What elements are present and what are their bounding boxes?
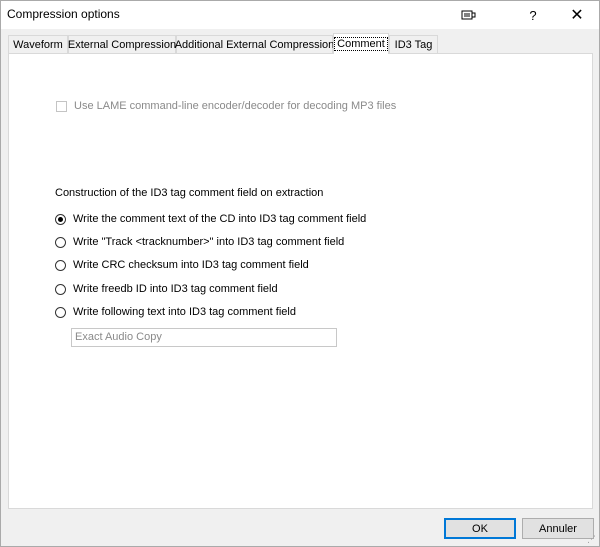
- title-bar: Compression options ? ✕: [1, 1, 599, 29]
- radio-label: Write CRC checksum into ID3 tag comment …: [73, 259, 309, 271]
- radio-button[interactable]: [55, 236, 66, 248]
- tab-label: Comment: [334, 37, 388, 51]
- comment-group-label: Construction of the ID3 tag comment fiel…: [55, 187, 324, 199]
- radio-option-track-number[interactable]: Write "Track <tracknumber>" into ID3 tag…: [55, 236, 344, 248]
- help-button[interactable]: ?: [513, 1, 553, 29]
- close-button[interactable]: ✕: [557, 1, 597, 29]
- radio-option-freedb-id[interactable]: Write freedb ID into ID3 tag comment fie…: [55, 283, 278, 295]
- radio-label: Write freedb ID into ID3 tag comment fie…: [73, 283, 278, 295]
- tab-label: Waveform: [13, 38, 63, 51]
- radio-option-crc-checksum[interactable]: Write CRC checksum into ID3 tag comment …: [55, 259, 309, 271]
- tab-id3-tag[interactable]: ID3 Tag: [389, 35, 438, 53]
- context-help-icon[interactable]: [449, 1, 489, 29]
- tab-strip: Waveform External Compression Additional…: [8, 33, 594, 54]
- radio-label: Write following text into ID3 tag commen…: [73, 306, 296, 318]
- tab-waveform[interactable]: Waveform: [8, 35, 68, 53]
- comment-panel: Use LAME command-line encoder/decoder fo…: [8, 53, 593, 509]
- tab-comment[interactable]: Comment: [333, 33, 389, 54]
- radio-label: Write the comment text of the CD into ID…: [73, 213, 367, 225]
- cancel-button[interactable]: Annuler: [522, 518, 594, 539]
- ok-button[interactable]: OK: [444, 518, 516, 539]
- radio-button[interactable]: [55, 283, 66, 295]
- radio-button[interactable]: [55, 306, 66, 318]
- window-title: Compression options: [7, 7, 120, 21]
- tab-label: ID3 Tag: [394, 38, 433, 51]
- radio-option-following-text[interactable]: Write following text into ID3 tag commen…: [55, 306, 296, 318]
- lame-decoder-label: Use LAME command-line encoder/decoder fo…: [74, 100, 397, 112]
- radio-option-cd-comment[interactable]: Write the comment text of the CD into ID…: [55, 213, 366, 225]
- tab-label: Additional External Compression: [174, 38, 335, 51]
- custom-comment-text-field[interactable]: Exact Audio Copy: [71, 328, 337, 347]
- resize-grip-icon[interactable]: ⋰: [587, 534, 597, 544]
- lame-decoder-checkbox: [56, 100, 67, 112]
- tab-additional-external-compression[interactable]: Additional External Compression: [174, 35, 335, 53]
- radio-button[interactable]: [55, 213, 66, 225]
- tab-external-compression[interactable]: External Compression: [68, 35, 176, 53]
- radio-button[interactable]: [55, 259, 66, 271]
- compression-options-dialog: Compression options ? ✕ Waveform Externa…: [0, 0, 600, 547]
- radio-label: Write "Track <tracknumber>" into ID3 tag…: [73, 236, 345, 248]
- lame-decoder-checkbox-row: Use LAME command-line encoder/decoder fo…: [56, 100, 396, 112]
- tab-label: External Compression: [67, 38, 177, 51]
